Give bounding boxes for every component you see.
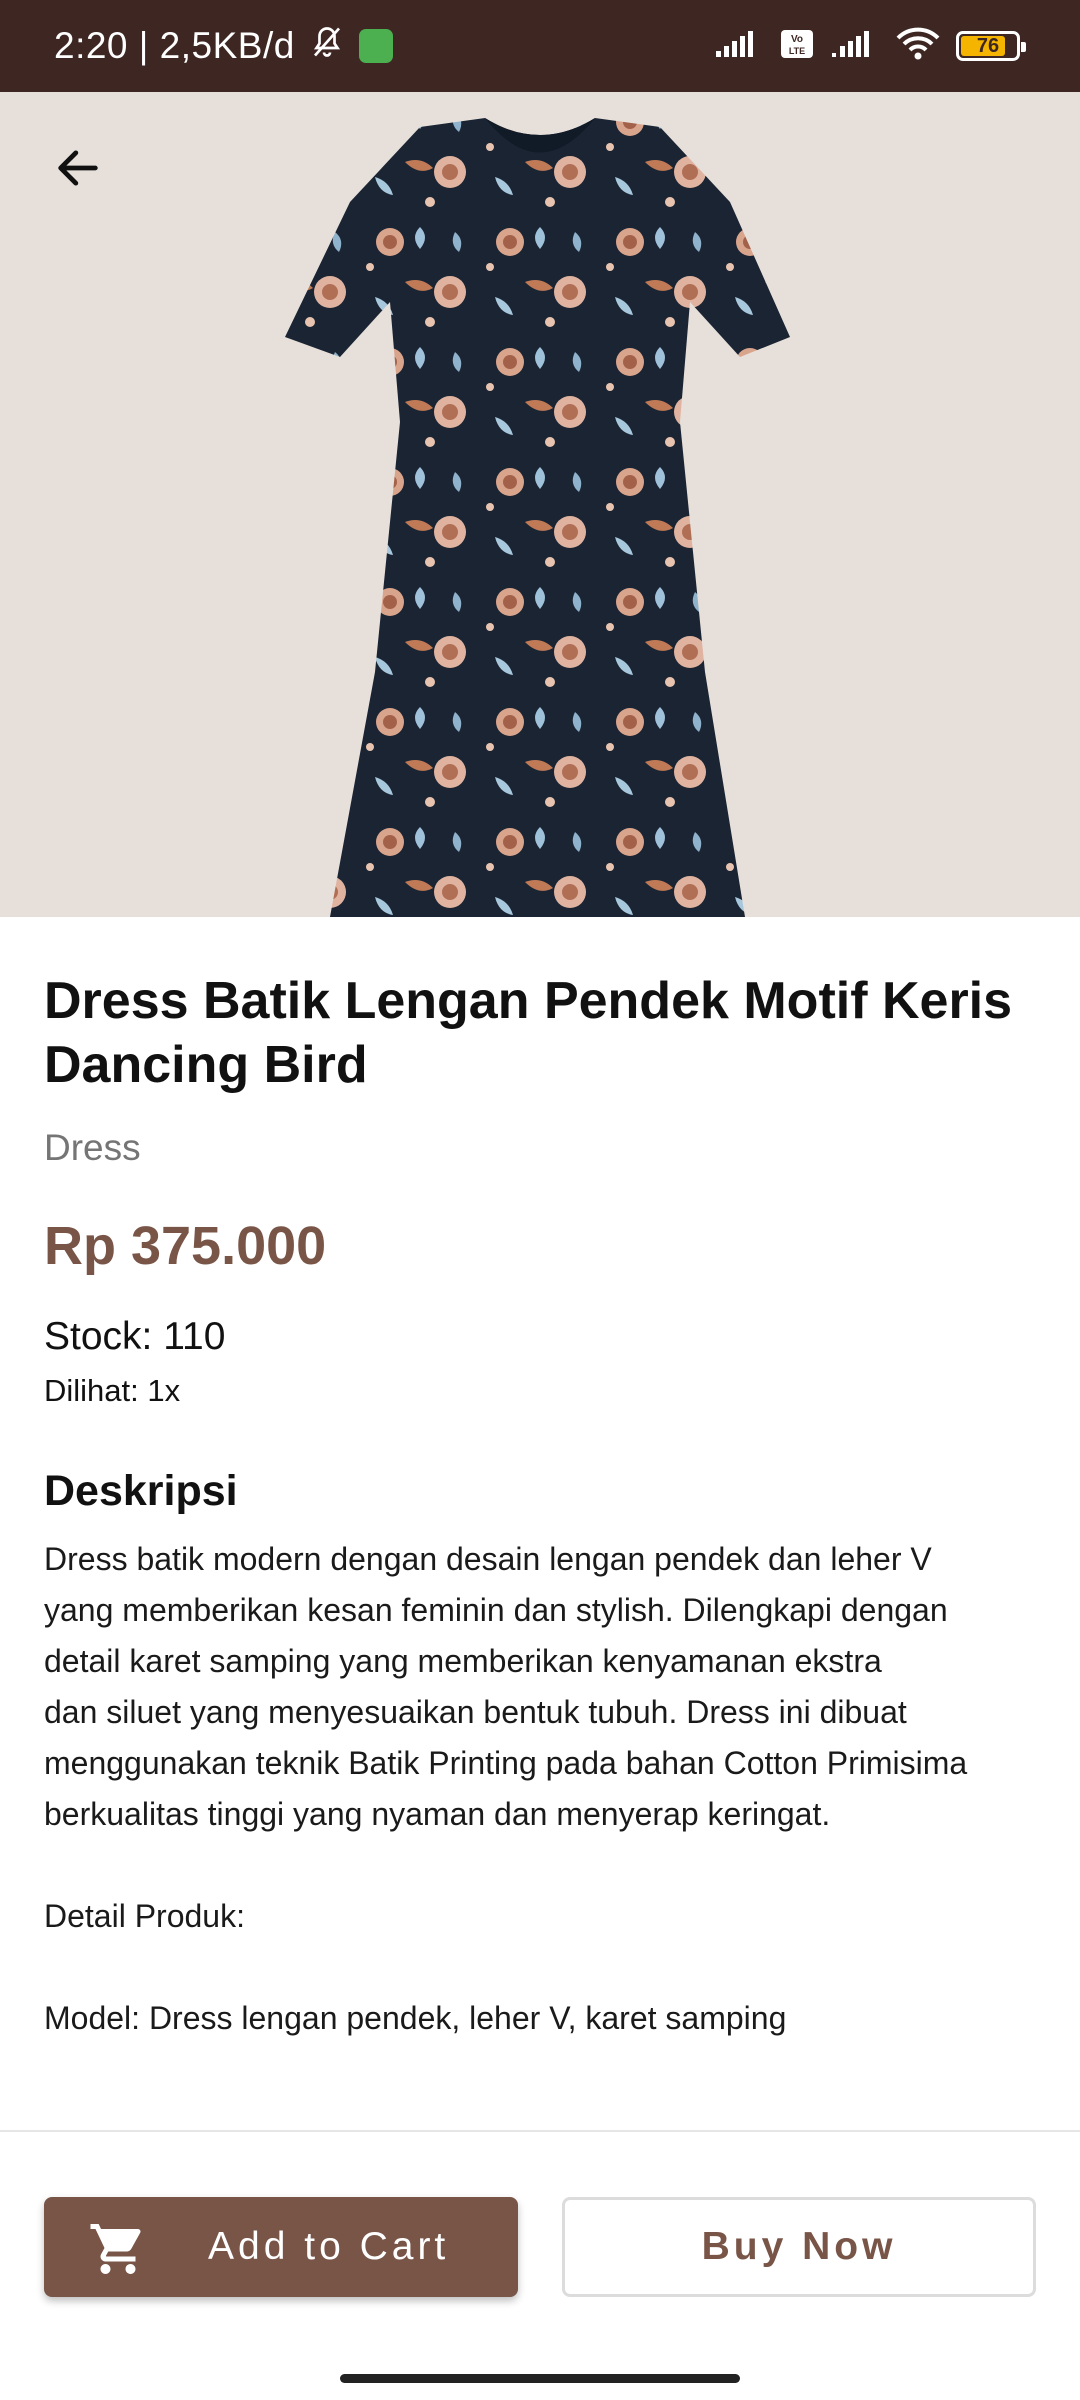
svg-text:LTE: LTE xyxy=(789,46,805,56)
volte-icon: Vo LTE xyxy=(780,29,814,64)
description-line: menggunakan teknik Batik Printing pada b… xyxy=(44,1745,968,1781)
bell-off-icon xyxy=(309,24,345,69)
arrow-left-icon xyxy=(58,150,98,186)
product-stock: Stock: 110 xyxy=(44,1315,226,1358)
product-title: Dress Batik Lengan Pendek Motif Keris Da… xyxy=(44,972,1013,1094)
signal-icon xyxy=(830,29,880,64)
add-to-cart-button[interactable]: Add to Cart xyxy=(44,2197,518,2297)
bottom-action-bar: Add to Cart Buy Now xyxy=(0,2130,1080,2400)
product-image xyxy=(0,92,1080,917)
product-category: Dress xyxy=(44,1127,141,1168)
battery-icon: 76 xyxy=(956,31,1026,61)
description-line: berkualitas tinggi yang nyaman dan menye… xyxy=(44,1796,831,1832)
description-line: yang memberikan kesan feminin dan stylis… xyxy=(44,1592,948,1628)
description-heading: Deskripsi xyxy=(44,1467,238,1515)
battery-level: 76 xyxy=(976,34,1000,57)
detail-produk-heading: Detail Produk: xyxy=(44,1898,245,1934)
product-details: Dress Batik Lengan Pendek Motif Keris Da… xyxy=(44,917,1036,2044)
description-line: Dress batik modern dengan desain lengan … xyxy=(44,1541,932,1577)
shopping-cart-icon xyxy=(90,2224,141,2274)
svg-text:Vo: Vo xyxy=(791,34,803,45)
description-text: Dress batik modern dengan desain lengan … xyxy=(44,1534,1036,2044)
home-indicator[interactable] xyxy=(340,2374,740,2383)
back-button[interactable] xyxy=(42,132,114,204)
status-time-speed: 2:20 | 2,5KB/d xyxy=(54,25,295,66)
app-badge-icon xyxy=(358,29,393,63)
wifi-icon xyxy=(896,27,940,66)
buy-now-button[interactable]: Buy Now xyxy=(562,2197,1036,2297)
status-bar: 2:20 | 2,5KB/d Vo LTE 76 xyxy=(0,0,1080,92)
description-line: detail karet samping yang memberikan ken… xyxy=(44,1643,882,1679)
batik-dress-photo xyxy=(285,118,790,917)
product-price: Rp 375.000 xyxy=(44,1216,327,1276)
add-to-cart-label: Add to Cart xyxy=(208,2225,450,2268)
description-line: dan siluet yang menyesuaikan bentuk tubu… xyxy=(44,1694,907,1730)
status-left: 2:20 | 2,5KB/d xyxy=(54,0,393,92)
product-views: Dilihat: 1x xyxy=(44,1373,181,1408)
status-right: Vo LTE 76 xyxy=(714,0,1026,92)
model-detail-line: Model: Dress lengan pendek, leher V, kar… xyxy=(44,2000,787,2036)
signal-icon xyxy=(714,29,764,64)
